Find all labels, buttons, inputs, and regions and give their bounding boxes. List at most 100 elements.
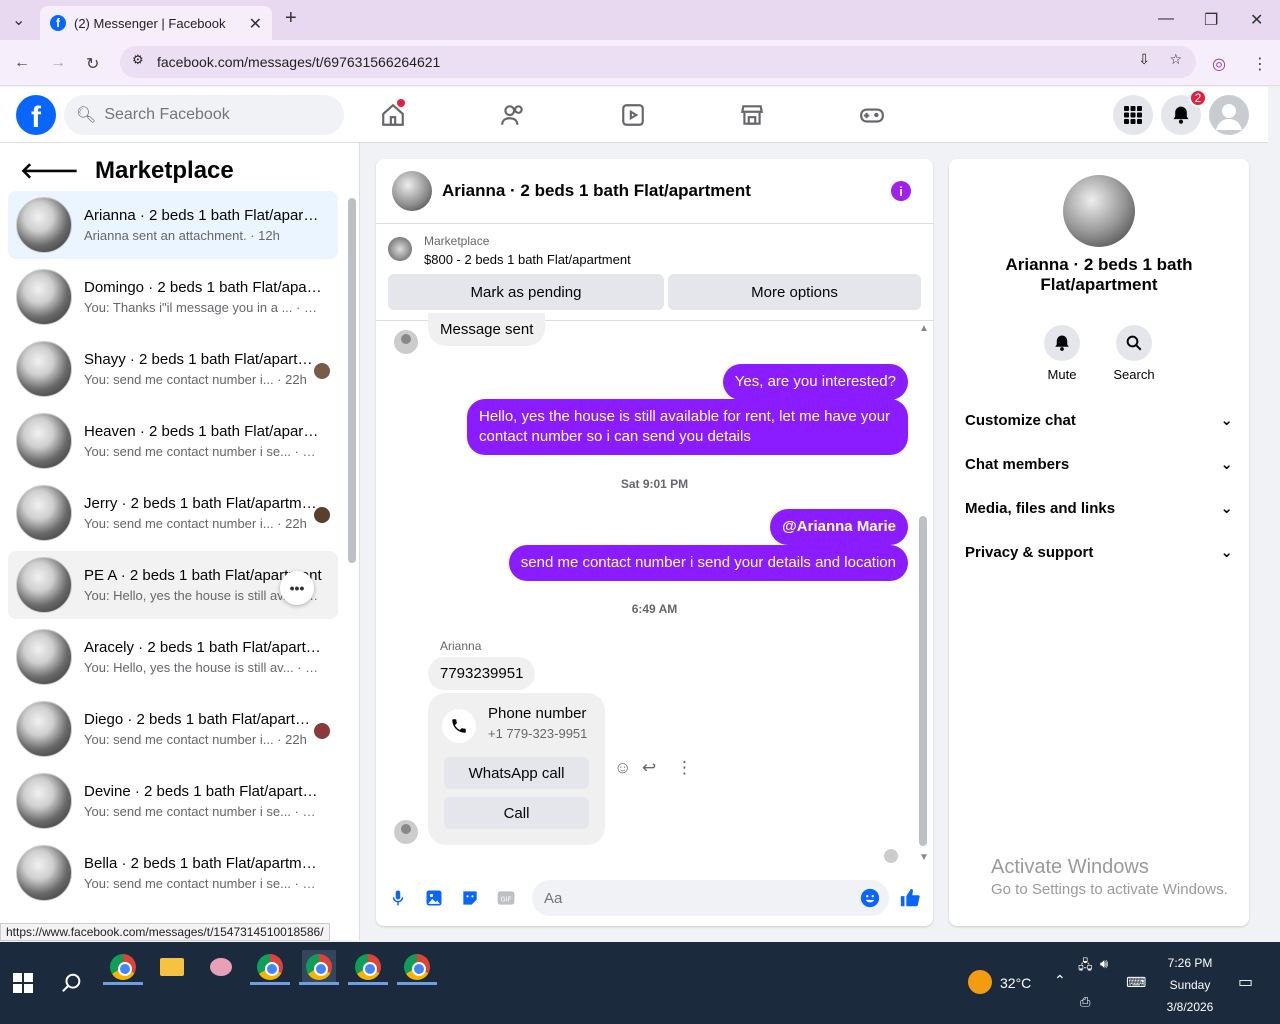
conversation-item[interactable]: Shayy · 2 beds 1 bath Flat/apartment You:…: [8, 335, 338, 403]
mute-action[interactable]: Mute: [1032, 325, 1092, 382]
minimize-icon[interactable]: —: [1158, 10, 1174, 28]
status-bar-url: https://www.facebook.com/messages/t/1547…: [0, 923, 330, 941]
react-emoji-icon[interactable]: ☺: [614, 758, 631, 778]
call-button[interactable]: Call: [444, 797, 589, 829]
browser-tab[interactable]: f (2) Messenger | Facebook ✕: [40, 6, 272, 40]
listing-price-title[interactable]: $800 - 2 beds 1 bath Flat/apartment: [424, 252, 631, 267]
menu-grid-icon[interactable]: [1113, 95, 1153, 135]
forward-icon[interactable]: →: [50, 54, 66, 72]
more-options-icon[interactable]: •••: [280, 571, 314, 605]
listing-avatar: [16, 485, 72, 541]
conversation-item[interactable]: Devine · 2 beds 1 bath Flat/apartment You…: [8, 767, 338, 835]
mark-as-pending-button[interactable]: Mark as pending: [388, 274, 664, 310]
new-tab-icon[interactable]: +: [285, 7, 297, 30]
friends-icon[interactable]: [493, 97, 533, 133]
temperature[interactable]: 32°C: [1000, 975, 1031, 991]
facebook-search-input[interactable]: [104, 106, 325, 124]
reply-icon[interactable]: ↩: [642, 758, 656, 778]
incoming-message[interactable]: 7793239951: [428, 657, 536, 690]
listing-thumbnail[interactable]: [388, 237, 412, 261]
back-arrow-icon[interactable]: 🡐: [20, 158, 79, 184]
facebook-search[interactable]: 🔍︎: [64, 95, 344, 135]
conversation-item[interactable]: Diego · 2 beds 1 bath Flat/apartment You:…: [8, 695, 338, 763]
emoji-icon[interactable]: [859, 887, 881, 909]
row-label: Customize chat: [965, 411, 1076, 429]
mention-message[interactable]: @Arianna Marie: [770, 509, 908, 545]
message-input[interactable]: [532, 880, 889, 916]
conversation-item[interactable]: Domingo · 2 beds 1 bath Flat/apartment Yo…: [8, 263, 338, 331]
notification-center-icon[interactable]: ▭: [1238, 972, 1253, 992]
chrome-profile-a-icon[interactable]: [253, 950, 287, 984]
chrome-profile-d-icon[interactable]: [400, 950, 434, 984]
video-icon[interactable]: [613, 97, 653, 133]
whatsapp-call-button[interactable]: WhatsApp call: [444, 757, 589, 789]
profile-icon[interactable]: ◎: [1212, 54, 1226, 74]
info-icon[interactable]: i: [891, 181, 911, 201]
meet-icon[interactable]: ⎙: [1080, 994, 1090, 1010]
media-files-links-row[interactable]: Media, files and links ⌄: [965, 488, 1233, 528]
privacy-support-row[interactable]: Privacy & support ⌄: [965, 532, 1233, 572]
weather-icon[interactable]: [968, 970, 992, 994]
search-icon: 🔍︎: [76, 107, 97, 124]
chrome-taskbar-icon[interactable]: [106, 950, 140, 984]
reload-icon[interactable]: ↻: [86, 54, 99, 74]
search-action[interactable]: Search: [1104, 325, 1164, 382]
conversation-list-scrollbar[interactable]: [348, 198, 356, 563]
chat-scrollbar[interactable]: [919, 516, 927, 846]
site-info-icon[interactable]: ⚙: [132, 52, 144, 68]
paint-app-icon[interactable]: [204, 950, 238, 984]
conversation-item[interactable]: Aracely · 2 beds 1 bath Flat/apartment Yo…: [8, 623, 338, 691]
microphone-icon[interactable]: [387, 887, 409, 909]
chat-title[interactable]: Arianna · 2 beds 1 bath Flat/apartment: [442, 181, 751, 201]
chrome-profile-b-icon[interactable]: [302, 950, 336, 984]
contact-avatar[interactable]: [1063, 175, 1135, 247]
taskbar-search-icon[interactable]: [55, 966, 89, 1000]
window-close-icon[interactable]: ✕: [1250, 10, 1263, 30]
sticker-icon[interactable]: [459, 887, 481, 909]
bookmark-star-icon[interactable]: ☆: [1169, 51, 1182, 68]
conversation-item[interactable]: Bella · 2 beds 1 bath Flat/apartment You:…: [8, 839, 338, 907]
chat-avatar[interactable]: [392, 171, 432, 211]
scroll-up-icon[interactable]: ▲: [919, 323, 929, 334]
windows-start-icon[interactable]: [6, 966, 40, 1000]
file-explorer-icon[interactable]: [155, 950, 189, 984]
like-thumbs-up-icon[interactable]: [899, 887, 921, 909]
install-app-icon[interactable]: ⇩: [1138, 51, 1150, 68]
gaming-icon[interactable]: [852, 97, 892, 133]
home-icon[interactable]: [373, 97, 413, 133]
customize-chat-row[interactable]: Customize chat ⌄: [965, 400, 1233, 440]
url-omnibox[interactable]: ⚙ facebook.com/messages/t/69763156626462…: [120, 46, 1196, 78]
outgoing-message[interactable]: Hello, yes the house is still available …: [467, 399, 908, 455]
tab-close-icon[interactable]: ✕: [249, 14, 262, 34]
network-icon[interactable]: 🖧: [1078, 956, 1093, 978]
account-avatar[interactable]: [1209, 95, 1249, 135]
chevron-down-icon: ⌄: [1220, 412, 1233, 429]
conversation-item[interactable]: Jerry · 2 beds 1 bath Flat/apartment You:…: [8, 479, 338, 547]
tab-search-chevron-icon[interactable]: ⌄: [12, 10, 25, 30]
photo-icon[interactable]: [423, 887, 445, 909]
conversation-item[interactable]: Heaven · 2 beds 1 bath Flat/apartment You…: [8, 407, 338, 475]
seen-avatar: [884, 849, 898, 863]
chat-members-row[interactable]: Chat members ⌄: [965, 444, 1233, 484]
keyboard-icon[interactable]: ⌨: [1126, 974, 1146, 991]
message-sent-bubble[interactable]: Message sent: [428, 313, 546, 346]
browser-menu-icon[interactable]: ⋮: [1252, 54, 1268, 74]
outgoing-message[interactable]: Yes, are you interested?: [722, 364, 908, 400]
chrome-profile-c-icon[interactable]: [351, 950, 385, 984]
message-more-icon[interactable]: ⋮: [676, 758, 693, 778]
back-icon[interactable]: ←: [14, 54, 30, 72]
outgoing-message[interactable]: send me contact number i send your detai…: [508, 545, 908, 581]
marketplace-icon[interactable]: [732, 97, 772, 133]
conversation-item[interactable]: PE A · 2 beds 1 bath Flat/apartment You: …: [8, 551, 338, 619]
tray-chevron-icon[interactable]: ⌃: [1054, 972, 1066, 989]
more-options-button[interactable]: More options: [668, 274, 921, 310]
notifications-bell-icon[interactable]: 2: [1161, 89, 1207, 135]
facebook-logo-icon[interactable]: f: [16, 95, 56, 135]
conversation-item[interactable]: Arianna · 2 beds 1 bath Flat/apartment Ar…: [8, 191, 338, 259]
restore-icon[interactable]: ❐: [1204, 10, 1218, 30]
gif-icon[interactable]: GIF: [495, 887, 517, 909]
taskbar-clock[interactable]: 7:26 PM Sunday 3/8/2026: [1160, 952, 1220, 1018]
chat-info-pane: Arianna · 2 beds 1 bath Flat/apartment M…: [949, 159, 1249, 926]
scroll-down-icon[interactable]: ▼: [919, 852, 929, 863]
volume-icon[interactable]: 🔊︎: [1100, 956, 1108, 972]
